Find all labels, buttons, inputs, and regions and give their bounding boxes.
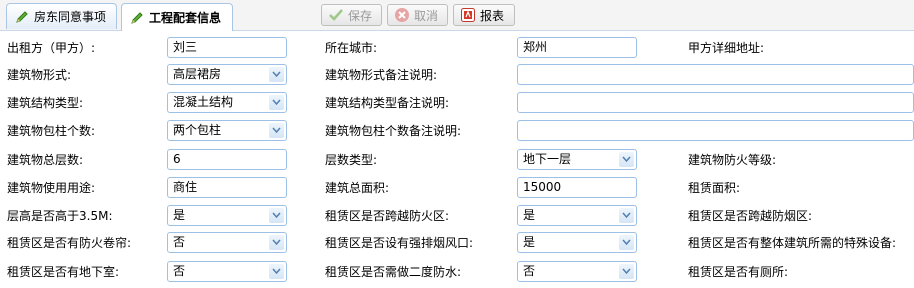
- structure-type-note-field[interactable]: [517, 92, 914, 113]
- structure-type-note-label: 建筑结构类型备注说明:: [325, 96, 450, 110]
- cancel-icon: [394, 7, 410, 23]
- tab-landlord-consent[interactable]: 房东同意事项: [6, 3, 117, 29]
- column-count-select[interactable]: 两个包柱: [167, 120, 287, 141]
- tab-label: 工程配套信息: [149, 11, 222, 25]
- exhaust-outlet-label: 租赁区是否设有强排烟风口:: [325, 236, 474, 250]
- exhaust-outlet-value: 是: [523, 235, 536, 249]
- structure-type-label: 建筑结构类型:: [7, 96, 84, 110]
- cancel-button-label: 取消: [414, 8, 439, 23]
- secondary-waterproof-label: 租赁区是否需做二度防水:: [325, 265, 462, 279]
- fire-shutter-select[interactable]: 否: [167, 232, 287, 253]
- city-field[interactable]: 郑州: [517, 37, 637, 58]
- fire-shutter-label: 租赁区是否有防火卷帘:: [7, 236, 132, 250]
- chevron-down-icon[interactable]: [269, 208, 284, 223]
- structure-type-select[interactable]: 混凝土结构: [167, 92, 287, 113]
- chevron-down-icon[interactable]: [619, 235, 634, 250]
- chevron-down-icon[interactable]: [269, 235, 284, 250]
- usage-label: 建筑物使用用途:: [7, 181, 96, 195]
- secondary-waterproof-value: 否: [523, 264, 536, 278]
- column-count-label: 建筑物包柱个数:: [7, 124, 96, 138]
- lessor-label: 出租方（甲方）:: [7, 41, 96, 55]
- cross-fire-zone-select[interactable]: 是: [517, 205, 637, 226]
- pdf-icon: [460, 7, 476, 23]
- save-button-label: 保存: [348, 8, 373, 23]
- total-area-field[interactable]: 15000: [517, 177, 637, 198]
- height-over-value: 是: [173, 208, 186, 222]
- pencil-icon: [130, 11, 144, 25]
- chevron-down-icon[interactable]: [269, 264, 284, 279]
- top-bar: 房东同意事项 工程配套信息 保存 取消 报表: [0, 0, 914, 31]
- fire-shutter-value: 否: [173, 235, 186, 249]
- lessor-field[interactable]: 刘三: [167, 37, 287, 58]
- lease-area-label: 租赁面积:: [688, 181, 741, 195]
- tab-label: 房东同意事项: [34, 10, 107, 24]
- cross-fire-zone-value: 是: [523, 208, 536, 222]
- building-form-note-field[interactable]: [517, 64, 914, 85]
- checkmark-icon: [328, 7, 344, 23]
- column-count-note-label: 建筑物包柱个数备注说明:: [325, 124, 462, 138]
- structure-type-value: 混凝土结构: [173, 95, 234, 109]
- building-form-select[interactable]: 高层裙房: [167, 64, 287, 85]
- basement-label: 租赁区是否有地下室:: [7, 265, 120, 279]
- fire-rating-label: 建筑物防火等级:: [688, 153, 777, 167]
- city-label: 所在城市:: [325, 41, 378, 55]
- column-count-note-field[interactable]: [517, 120, 914, 141]
- pencil-icon: [15, 10, 29, 24]
- save-button[interactable]: 保存: [321, 4, 382, 26]
- floor-type-select[interactable]: 地下一层: [517, 149, 637, 170]
- exhaust-outlet-select[interactable]: 是: [517, 232, 637, 253]
- building-form-value: 高层裙房: [173, 67, 222, 81]
- report-button-label: 报表: [480, 8, 505, 23]
- building-form-label: 建筑物形式:: [7, 68, 72, 82]
- cancel-button[interactable]: 取消: [387, 4, 448, 26]
- toilet-label: 租赁区是否有厕所:: [688, 265, 789, 279]
- total-floors-field[interactable]: 6: [167, 149, 287, 170]
- chevron-down-icon[interactable]: [619, 208, 634, 223]
- secondary-waterproof-select[interactable]: 否: [517, 261, 637, 282]
- chevron-down-icon[interactable]: [269, 123, 284, 138]
- basement-select[interactable]: 否: [167, 261, 287, 282]
- chevron-down-icon[interactable]: [619, 264, 634, 279]
- floor-type-value: 地下一层: [523, 152, 572, 166]
- floor-type-label: 层数类型:: [325, 153, 378, 167]
- chevron-down-icon[interactable]: [269, 95, 284, 110]
- total-floors-label: 建筑物总层数:: [7, 153, 84, 167]
- height-over-select[interactable]: 是: [167, 205, 287, 226]
- usage-field[interactable]: 商住: [167, 177, 287, 198]
- party-a-address-label: 甲方详细地址:: [688, 41, 765, 55]
- chevron-down-icon[interactable]: [269, 67, 284, 82]
- special-equipment-label: 租赁区是否有整体建筑所需的特殊设备:: [688, 236, 897, 250]
- report-button[interactable]: 报表: [453, 4, 515, 26]
- cross-fire-zone-label: 租赁区是否跨越防火区:: [325, 209, 450, 223]
- tab-engineering-info[interactable]: 工程配套信息: [121, 3, 233, 31]
- basement-value: 否: [173, 264, 186, 278]
- cross-smoke-zone-label: 租赁区是否跨越防烟区:: [688, 209, 813, 223]
- total-area-label: 建筑总面积:: [325, 181, 390, 195]
- height-over-label: 层高是否高于3.5M:: [7, 209, 113, 223]
- column-count-value: 两个包柱: [173, 123, 222, 137]
- chevron-down-icon[interactable]: [619, 152, 634, 167]
- building-form-note-label: 建筑物形式备注说明:: [325, 68, 438, 82]
